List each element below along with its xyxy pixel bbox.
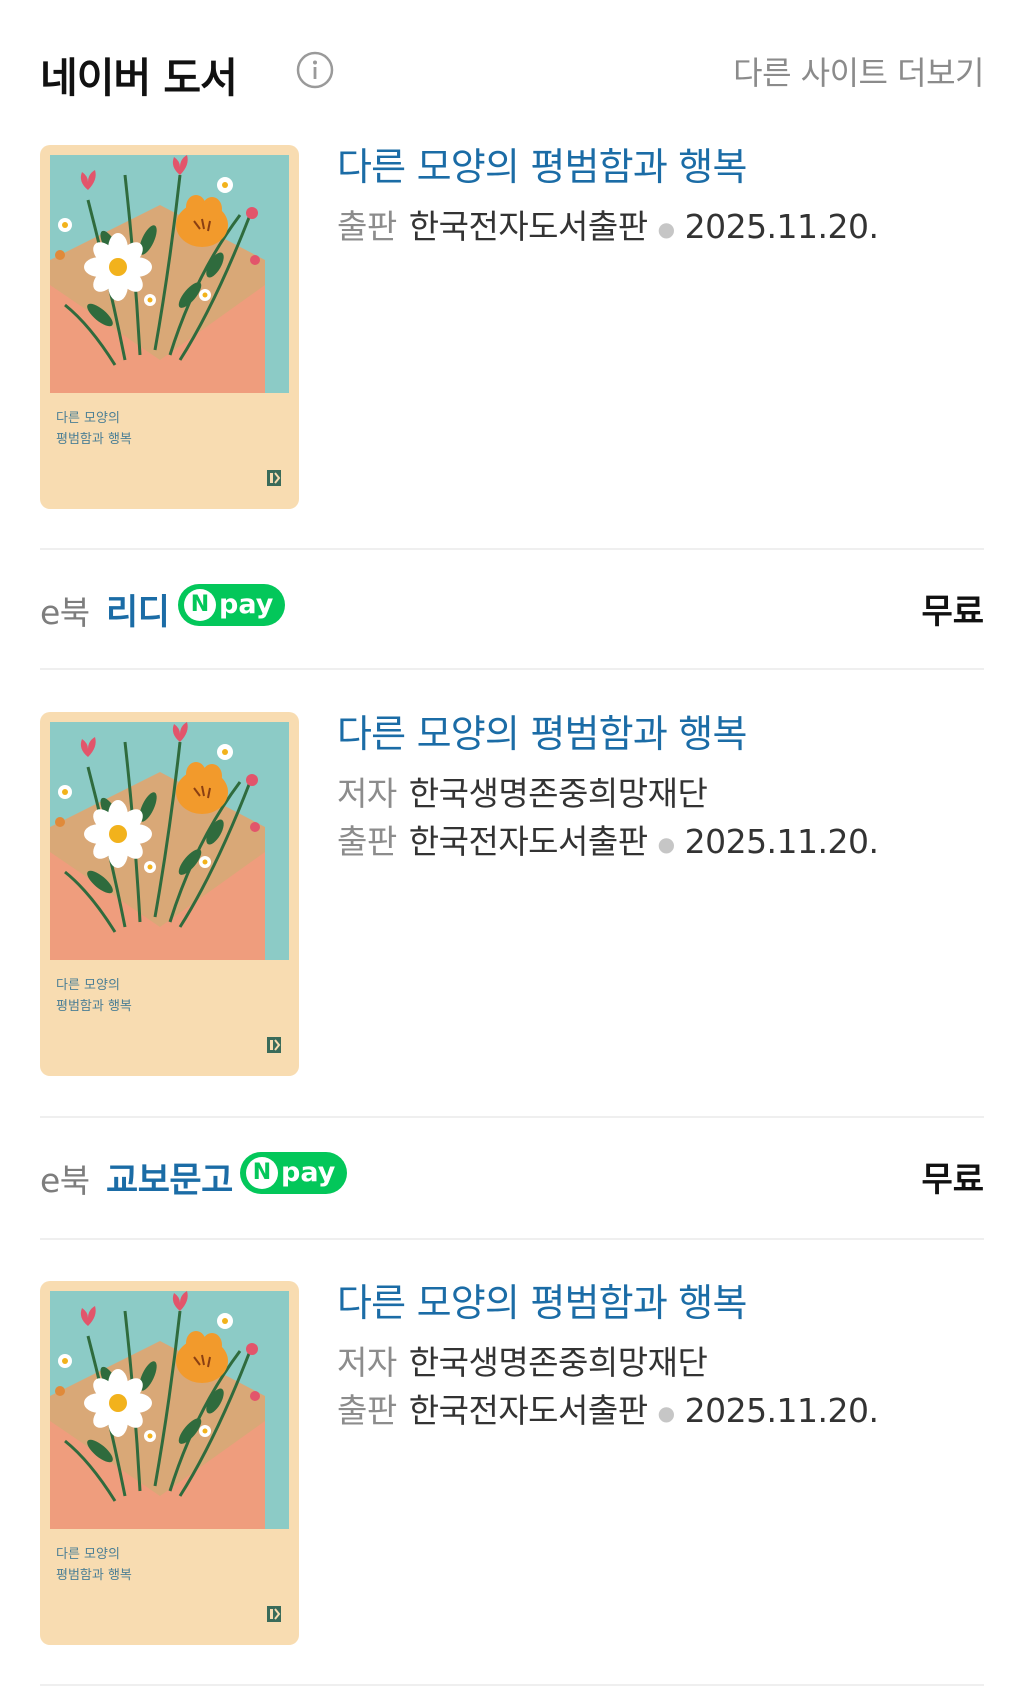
publisher-label: 출판 — [337, 1391, 397, 1430]
separator-dot: ● — [657, 1400, 675, 1425]
separator-dot: ● — [657, 831, 675, 856]
section-header: 네이버 도서 다른 사이트 더보기 — [40, 40, 984, 102]
book-cover-image[interactable]: 다른 모양의 평범함과 행복 — [40, 712, 299, 1076]
publisher-label: 출판 — [337, 207, 397, 246]
author-row: 저자 한국생명존중희망재단 — [337, 770, 984, 818]
publisher-name: 한국전자도서출판 — [408, 207, 648, 246]
npay-n-glyph: N — [246, 1157, 278, 1189]
store-name[interactable]: 교보문고 — [106, 1152, 233, 1203]
publisher-name: 한국전자도서출판 — [408, 822, 648, 861]
publisher-row: 출판 한국전자도서출판 ● 2025.11.20. — [337, 203, 984, 253]
book-title-link[interactable]: 다른 모양의 평범함과 행복 — [337, 712, 984, 756]
format-label: e북 — [40, 593, 90, 632]
divider — [40, 1116, 984, 1118]
book-item[interactable]: 다른 모양의 평범함과 행복 다른 모양의 평범함과 행복 출판 한국전자도서출판… — [40, 145, 984, 509]
cover-title-line2: 평범함과 행복 — [56, 1567, 132, 1583]
book-meta: 다른 모양의 평범함과 행복 저자 한국생명존중희망재단 출판 한국전자도서출판 ● 2… — [337, 712, 984, 868]
store-row[interactable]: e북 리디 Npay 무료 — [40, 576, 984, 636]
divider — [40, 668, 984, 670]
more-sites-link[interactable]: 다른 사이트 더보기 — [733, 48, 984, 94]
book-title-link[interactable]: 다른 모양의 평범함과 행복 — [337, 1281, 984, 1325]
book-item[interactable]: 다른 모양의 평범함과 행복 다른 모양의 평범함과 행복 저자 한국생명존중희망… — [40, 1281, 984, 1645]
cover-title-line1: 다른 모양의 — [56, 978, 120, 993]
divider — [40, 548, 984, 550]
author-label: 저자 — [337, 774, 397, 813]
cover-title-line1: 다른 모양의 — [56, 411, 120, 426]
book-cover-image[interactable]: 다른 모양의 평범함과 행복 — [40, 145, 299, 509]
publisher-row: 출판 한국전자도서출판 ● 2025.11.20. — [337, 1387, 984, 1437]
publisher-name: 한국전자도서출판 — [408, 1391, 648, 1430]
price-label: 무료 — [921, 592, 984, 632]
naver-pay-icon: Npay — [178, 584, 286, 626]
separator-dot: ● — [657, 216, 675, 241]
section-title: 네이버 도서 — [40, 54, 238, 102]
format-label: e북 — [40, 1161, 90, 1200]
cover-title-line2: 평범함과 행복 — [56, 431, 132, 447]
npay-n-glyph: N — [184, 589, 216, 621]
publish-date: 2025.11.20. — [684, 207, 879, 246]
price-label: 무료 — [921, 1160, 984, 1200]
author-name: 한국생명존중희망재단 — [408, 774, 708, 813]
npay-label: pay — [281, 1157, 336, 1188]
author-row: 저자 한국생명존중희망재단 — [337, 1339, 984, 1387]
naver-pay-icon: Npay — [240, 1152, 348, 1194]
npay-label: pay — [219, 589, 274, 620]
cover-title-line1: 다른 모양의 — [56, 1547, 120, 1562]
publish-date: 2025.11.20. — [684, 822, 879, 861]
book-meta: 다른 모양의 평범함과 행복 저자 한국생명존중희망재단 출판 한국전자도서출판 ● 2… — [337, 1281, 984, 1437]
store-name[interactable]: 리디 — [106, 584, 170, 635]
info-icon[interactable] — [296, 51, 334, 89]
author-name: 한국생명존중희망재단 — [408, 1343, 708, 1382]
divider — [40, 1238, 984, 1240]
book-cover-image[interactable]: 다른 모양의 평범함과 행복 — [40, 1281, 299, 1645]
store-row[interactable]: e북 교보문고 Npay 무료 — [40, 1144, 984, 1204]
cover-title-line2: 평범함과 행복 — [56, 998, 132, 1014]
book-meta: 다른 모양의 평범함과 행복 출판 한국전자도서출판 ● 2025.11.20. — [337, 145, 984, 253]
book-item[interactable]: 다른 모양의 평범함과 행복 다른 모양의 평범함과 행복 저자 한국생명존중희망… — [40, 712, 984, 1076]
publish-date: 2025.11.20. — [684, 1391, 879, 1430]
publisher-row: 출판 한국전자도서출판 ● 2025.11.20. — [337, 818, 984, 868]
book-title-link[interactable]: 다른 모양의 평범함과 행복 — [337, 145, 984, 189]
author-label: 저자 — [337, 1343, 397, 1382]
publisher-label: 출판 — [337, 822, 397, 861]
